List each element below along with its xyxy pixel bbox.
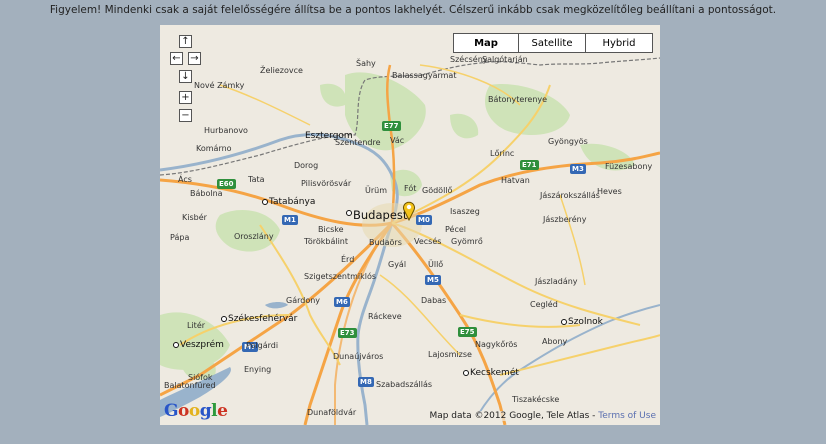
logo-letter: o [188, 401, 200, 421]
place-label-town: Kisbér [182, 213, 207, 222]
pan-left-button[interactable]: ← [170, 52, 183, 65]
place-label-town: Dunaföldvár [307, 408, 357, 417]
place-label-town: Ráckeve [368, 312, 402, 321]
road-shield: M6 [334, 297, 350, 307]
place-label-town: Hurbanovo [204, 126, 248, 135]
place-label-town: Litér [187, 321, 206, 330]
place-label-town: Tiszakécske [512, 395, 560, 404]
place-label-town: Szentendre [335, 138, 381, 147]
logo-letter: g [199, 401, 212, 421]
place-label-town: Isaszeg [450, 207, 480, 216]
place-label-town: Érd [341, 255, 355, 264]
place-label-town: Dabas [421, 296, 447, 305]
map-type-satellite-button[interactable]: Satellite [518, 33, 586, 53]
place-label-capital: Budapest [345, 208, 408, 222]
place-label-town: Hatvan [501, 176, 530, 185]
place-label-town: Tata [248, 175, 265, 184]
map-type-map-button[interactable]: Map [453, 33, 519, 53]
place-label-town: Üllő [428, 260, 444, 269]
pan-right-button[interactable]: → [188, 52, 201, 65]
place-label-town: Gárdony [286, 296, 321, 305]
disclaimer-text: Figyelem! Mindenki csak a saját felelőss… [49, 4, 777, 16]
place-label-town: Dunaújváros [333, 352, 384, 361]
location-marker-icon[interactable] [402, 201, 416, 221]
place-label-town: Balassagyarmat [392, 71, 457, 80]
road-shield: M3 [570, 164, 586, 174]
road-shield: E75 [458, 327, 477, 337]
place-label-town: Gyöngyös [548, 137, 588, 146]
road-shield: E71 [520, 160, 539, 170]
place-label-town: Lajosmizse [428, 350, 472, 359]
place-label-town: Lőrinc [490, 149, 515, 158]
place-label-town: Jászladány [535, 277, 578, 286]
pan-up-button[interactable]: ↑ [179, 35, 192, 48]
place-label-city: Veszprém [173, 340, 224, 350]
place-label-town: Enying [244, 365, 272, 374]
road-shield: M5 [425, 275, 441, 285]
road-shield: M8 [358, 377, 374, 387]
logo-letter: G [164, 401, 179, 421]
place-label-town: Ács [178, 175, 192, 184]
place-label-town: Heves [597, 187, 622, 196]
terms-of-use-link[interactable]: Terms of Use [598, 411, 656, 421]
place-label-town: Bicske [318, 225, 344, 234]
place-label-city: Kecskemét [463, 368, 519, 378]
place-label-town: Budaörs [369, 238, 402, 247]
place-label-town: Abony [542, 337, 568, 346]
place-label-town: Jászberény [543, 215, 587, 224]
place-label-town: Nagykőrös [475, 340, 518, 349]
place-label-town: Oroszlány [234, 232, 274, 241]
map-canvas[interactable]: E77 E71 M3 E60 M1 M0 M6 M5 E73 E75 M7 M8… [160, 25, 660, 425]
place-label-city: Szolnok [561, 317, 603, 327]
place-label-town: Szabadszállás [376, 380, 433, 389]
place-label-town: Pécel [445, 225, 467, 234]
place-label-town: Bábolna [190, 189, 223, 198]
logo-letter: e [217, 401, 228, 421]
zoom-out-button[interactable]: − [179, 109, 192, 122]
place-label-town: Fót [404, 184, 417, 193]
road-shield: M1 [282, 215, 298, 225]
place-label-town: Cegléd [530, 300, 558, 309]
place-label-town: Ürüm [365, 186, 388, 195]
place-label-city: Székesfehérvár [220, 314, 298, 324]
pan-down-button[interactable]: ↓ [179, 70, 192, 83]
place-label-town: Vác [390, 136, 405, 145]
place-label-town: Gyál [388, 260, 407, 269]
road-shield: E77 [382, 121, 401, 131]
place-label-town: Jászárokszállás [540, 191, 600, 200]
place-label-town: Nové Zámky [194, 81, 245, 90]
map-type-hybrid-button[interactable]: Hybrid [585, 33, 653, 53]
place-label-town: Vecsés [414, 237, 442, 246]
place-label-town: Bátonyterenye [488, 95, 548, 104]
place-label-town: Pilisvörösvár [301, 179, 352, 188]
place-label-town: Balatonfüred [164, 381, 216, 390]
place-label-town: Gödöllő [422, 186, 453, 195]
place-label-town: Želiezovce [260, 66, 303, 75]
zoom-in-button[interactable]: + [179, 91, 192, 104]
road-shield: E73 [338, 328, 357, 338]
road-shield: M0 [416, 215, 432, 225]
place-label-town: Szigetszentmiklós [304, 272, 377, 281]
logo-letter: o [178, 401, 189, 421]
place-label-town: Pápa [170, 233, 190, 242]
place-label-town: Šahy [356, 59, 376, 68]
place-label-town: Dorog [294, 161, 319, 170]
attribution-text: Map data ©2012 Google, Tele Atlas - [429, 411, 599, 421]
place-label-town: Törökbálint [304, 237, 349, 246]
google-logo[interactable]: Google [164, 401, 228, 421]
place-label-town: Füzesabony [605, 162, 653, 171]
place-label-town: Polgárdi [246, 341, 279, 350]
place-label-town: Gyömrő [451, 237, 483, 246]
place-label-town: Salgótarján [482, 55, 528, 64]
place-label-city: Tatabánya [261, 197, 316, 207]
place-label-town: Komárno [196, 144, 232, 153]
map-attribution: Map data ©2012 Google, Tele Atlas - Term… [427, 411, 658, 421]
road-shield: E60 [217, 179, 236, 189]
